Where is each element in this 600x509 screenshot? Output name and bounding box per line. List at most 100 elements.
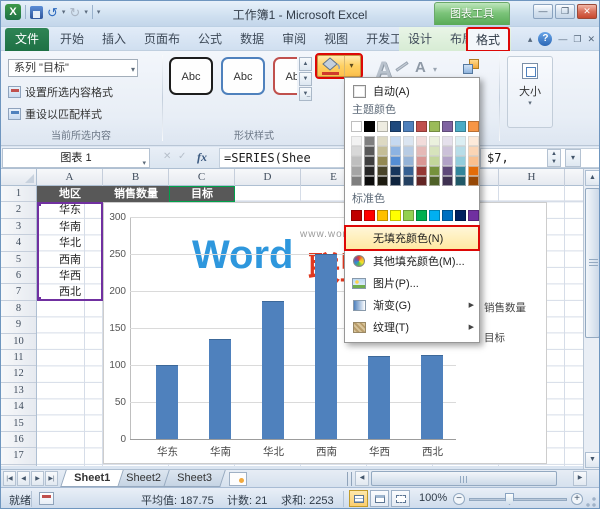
color-swatch[interactable] <box>455 176 466 186</box>
format-selection-button[interactable]: 设置所选内容格式 <box>8 84 113 100</box>
color-swatch[interactable] <box>455 121 466 132</box>
color-swatch[interactable] <box>351 176 362 186</box>
zoom-out-icon[interactable]: − <box>453 493 465 505</box>
select-all-corner[interactable] <box>1 169 37 186</box>
color-swatch[interactable] <box>429 210 440 221</box>
color-swatch[interactable] <box>442 176 453 186</box>
color-swatch[interactable] <box>390 136 401 146</box>
range-handle[interactable] <box>37 296 41 301</box>
row-header-7[interactable]: 7 <box>1 284 36 301</box>
color-swatch[interactable] <box>429 176 440 186</box>
color-swatch[interactable] <box>390 166 401 176</box>
chart-element-selector[interactable]: 系列 "目标" ▾ <box>8 59 138 77</box>
row-header-10[interactable]: 10 <box>1 334 36 350</box>
gallery-down-icon[interactable]: ▼ <box>299 72 312 86</box>
collapse-ribbon-icon[interactable]: ▴ <box>528 34 533 45</box>
tab-split-handle[interactable] <box>347 472 352 486</box>
page-layout-view-icon[interactable] <box>370 490 389 507</box>
enter-icon[interactable]: ✓ <box>178 151 186 162</box>
row-header-9[interactable]: 9 <box>1 317 36 334</box>
row-header-3[interactable]: 3 <box>1 219 36 236</box>
color-swatch[interactable] <box>429 146 440 156</box>
color-swatch[interactable] <box>468 121 479 132</box>
horizontal-scrollbar[interactable]: ◀ ▶ <box>355 471 587 487</box>
color-swatch[interactable] <box>416 166 427 176</box>
color-swatch[interactable] <box>416 136 427 146</box>
menu-item-no-fill[interactable]: 无填充颜色(N) <box>344 225 480 251</box>
row-header-13[interactable]: 13 <box>1 383 36 400</box>
zoom-level[interactable]: 100% <box>419 492 447 504</box>
color-swatch[interactable] <box>429 136 440 146</box>
shape-fill-dropdown-icon[interactable]: ▾ <box>344 56 358 76</box>
column-header-C[interactable]: C <box>169 169 235 186</box>
color-swatch[interactable] <box>429 156 440 166</box>
color-swatch[interactable] <box>403 176 414 186</box>
color-swatch[interactable] <box>390 121 401 132</box>
color-swatch[interactable] <box>468 136 479 146</box>
menu-item-gradient[interactable]: 渐变(G) ▶ <box>345 294 479 316</box>
tab-开始[interactable]: 开始 <box>51 28 93 51</box>
shape-fill-button[interactable]: ▾ <box>315 53 363 79</box>
zoom-in-icon[interactable]: + <box>571 493 583 505</box>
last-sheet-icon[interactable]: ▶| <box>45 471 58 486</box>
color-swatch[interactable] <box>442 146 453 156</box>
wordart-quick-style-icon[interactable]: A <box>415 59 426 76</box>
color-swatch[interactable] <box>442 121 453 132</box>
cell-b1[interactable]: 销售数量 <box>103 186 169 203</box>
color-swatch[interactable] <box>364 166 375 176</box>
formula-expand-icon[interactable]: ▾ <box>565 149 581 167</box>
page-break-view-icon[interactable] <box>391 490 410 507</box>
color-swatch[interactable] <box>442 136 453 146</box>
color-swatch[interactable] <box>455 156 466 166</box>
close-button[interactable]: ✕ <box>577 4 597 19</box>
minimize-button[interactable]: — <box>533 4 553 19</box>
tab-公式[interactable]: 公式 <box>189 28 231 51</box>
prev-sheet-icon[interactable]: ◀ <box>17 471 30 486</box>
color-swatch[interactable] <box>455 210 466 221</box>
row-header-2[interactable]: 2 <box>1 202 36 219</box>
color-swatch[interactable] <box>416 176 427 186</box>
color-swatch[interactable] <box>390 146 401 156</box>
color-swatch[interactable] <box>364 210 375 221</box>
color-swatch[interactable] <box>364 176 375 186</box>
color-swatch[interactable] <box>455 166 466 176</box>
row-header-4[interactable]: 4 <box>1 235 36 252</box>
vertical-scrollbar[interactable]: ▲ ▼ <box>583 169 599 469</box>
tab-设计[interactable]: 设计 <box>399 28 441 51</box>
tab-审阅[interactable]: 审阅 <box>273 28 315 51</box>
name-box[interactable]: 图表 1 ▾ <box>2 148 150 168</box>
bar-华南[interactable] <box>209 339 231 439</box>
color-swatch[interactable] <box>390 176 401 186</box>
gallery-more-icon[interactable]: ▼̲ <box>299 87 312 101</box>
menu-item-texture[interactable]: 纹理(T) ▶ <box>345 316 479 338</box>
range-handle[interactable] <box>37 202 41 207</box>
color-swatch[interactable] <box>442 156 453 166</box>
horizontal-scroll-thumb[interactable] <box>371 471 557 486</box>
formula-spinner[interactable]: ▲ ▼ <box>547 149 561 167</box>
doc-restore-icon[interactable]: ❐ <box>573 34 581 45</box>
color-swatch[interactable] <box>351 156 362 166</box>
zoom-track[interactable] <box>469 498 567 501</box>
zoom-thumb[interactable] <box>505 493 514 505</box>
row-header-16[interactable]: 16 <box>1 432 36 449</box>
vertical-scroll-thumb[interactable] <box>585 188 599 338</box>
bar-华东[interactable] <box>156 365 178 439</box>
sheet-tab-sheet1[interactable]: Sheet1 <box>60 470 124 487</box>
scroll-down-icon[interactable]: ▼ <box>585 452 599 468</box>
color-swatch[interactable] <box>442 166 453 176</box>
tab-页面布[interactable]: 页面布 <box>135 28 189 51</box>
first-sheet-icon[interactable]: |◀ <box>3 471 16 486</box>
color-swatch[interactable] <box>377 156 388 166</box>
color-swatch[interactable] <box>377 176 388 186</box>
row-header-5[interactable]: 5 <box>1 252 36 268</box>
color-swatch[interactable] <box>403 121 414 132</box>
shape-style-3[interactable]: Abc <box>273 57 297 95</box>
bar-华北[interactable] <box>262 300 284 439</box>
row-header-8[interactable]: 8 <box>1 301 36 318</box>
color-swatch[interactable] <box>390 156 401 166</box>
scroll-up-icon[interactable]: ▲ <box>585 170 599 186</box>
reset-to-match-style-button[interactable]: 重设以匹配样式 <box>8 106 102 122</box>
shape-style-1[interactable]: Abc <box>169 57 213 95</box>
color-swatch[interactable] <box>364 156 375 166</box>
row-header-15[interactable]: 15 <box>1 416 36 432</box>
